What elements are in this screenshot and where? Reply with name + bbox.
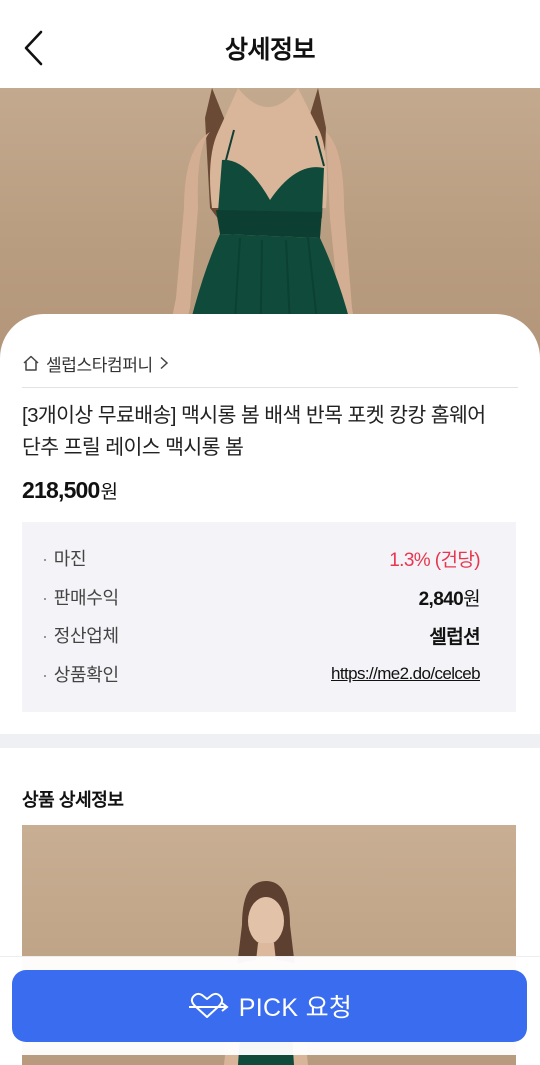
profit-value: 2,840원 [418, 588, 481, 610]
info-label: 판매수익 [53, 588, 119, 608]
home-icon [23, 355, 39, 371]
margin-value: 1.3% (건당) [389, 549, 480, 571]
app-header: 상세정보 [0, 0, 540, 88]
vendor-value: 셀럽션 [429, 626, 480, 648]
info-row-link: · 상품확인 https://me2.do/celceb [42, 664, 481, 685]
info-row-vendor: · 정산업체 셀럽션 [22, 616, 516, 654]
price-unit: 원 [100, 482, 118, 503]
sales-info-box: · 마진 1.3% (건당) · 판매수익 2,840원 · 정산업체 셀럽션 · 상품… [22, 522, 516, 712]
info-label: 상품확인 [53, 665, 119, 685]
price-value: 218,500 [22, 477, 100, 503]
info-label: 마진 [53, 549, 87, 569]
product-link[interactable]: https://me2.do/celceb [331, 664, 481, 684]
chevron-right-icon [160, 356, 168, 370]
section-divider [0, 734, 540, 748]
detail-section-title: 상품 상세정보 [22, 790, 124, 810]
info-row-profit: · 판매수익 2,840원 [22, 578, 516, 616]
brand-link[interactable]: 셀럽스타컴퍼니 [22, 350, 169, 376]
heart-arrow-icon [188, 992, 229, 1018]
page-title: 상세정보 [224, 36, 316, 64]
pick-button-label: PICK 요청 [238, 994, 353, 1022]
divider [22, 387, 518, 388]
product-name: [3개이상 무료배송] 맥시롱 봄 배색 반목 포켓 캉캉 홈웨어 단추 프릴 … [22, 404, 486, 459]
pick-request-button[interactable]: PICK 요청 [12, 970, 527, 1042]
product-info-sheet: 셀럽스타컴퍼니 [3개이상 무료배송] 맥시롱 봄 배색 반목 포켓 캉캉 홈웨… [0, 314, 540, 1065]
brand-name: 셀럽스타컴퍼니 [46, 355, 153, 375]
info-row-margin: · 마진 1.3% (건당) [22, 539, 516, 577]
info-label: 정산업체 [53, 626, 119, 646]
bottom-action-bar: PICK 요청 [0, 956, 540, 1055]
product-price: 218,500원 [22, 477, 118, 504]
